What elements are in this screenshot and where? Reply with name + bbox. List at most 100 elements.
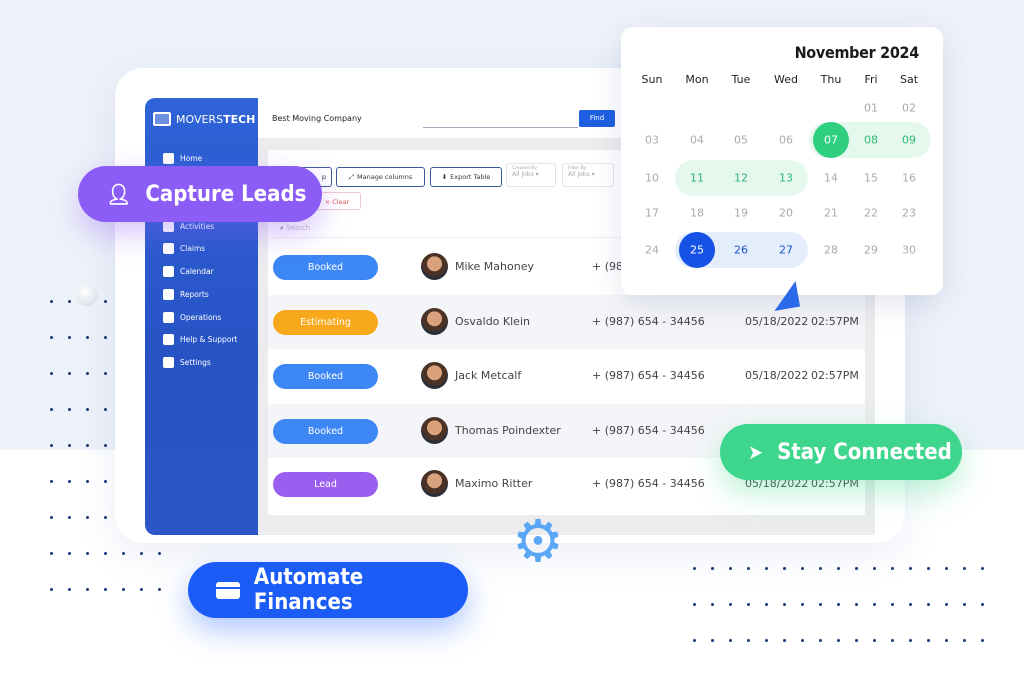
status-badge: Booked [273, 255, 378, 280]
sidebar-item-claims[interactable]: Claims [163, 243, 205, 254]
dot [891, 639, 894, 642]
dot [104, 444, 107, 447]
search-icon: ⌕ [280, 224, 284, 232]
calendar-day[interactable]: 21 [824, 207, 838, 220]
dot [837, 603, 840, 606]
manage-columns-button[interactable]: ⤢ Manage columns [336, 167, 425, 187]
sidebar-item-help-support[interactable]: Help & Support [163, 334, 237, 345]
dot [747, 567, 750, 570]
dot [68, 588, 71, 591]
dot [104, 408, 107, 411]
weekday-sun: Sun [641, 73, 663, 86]
home-icon [163, 153, 174, 164]
dot [104, 480, 107, 483]
dot [104, 588, 107, 591]
calendar-day[interactable]: 11 [690, 172, 704, 185]
sidebar-item-settings[interactable]: Settings [163, 357, 211, 368]
calendar-icon [163, 266, 174, 277]
calendar-day[interactable]: 22 [864, 207, 878, 220]
dot [981, 603, 984, 606]
filter-by-select[interactable]: Filter By All Jobs ▾ [562, 163, 614, 187]
dot [68, 372, 71, 375]
calendar-day[interactable]: 13 [779, 172, 793, 185]
dot [104, 372, 107, 375]
dot [855, 603, 858, 606]
calendar-day[interactable]: 09 [902, 134, 916, 147]
calendar-day[interactable]: 25 [690, 244, 704, 257]
calendar-day[interactable]: 07 [824, 134, 838, 147]
sidebar-item-activities[interactable]: Activities [163, 221, 214, 232]
dot [927, 639, 930, 642]
sidebar-item-operations[interactable]: Operations [163, 312, 221, 323]
weekday-mon: Mon [685, 73, 709, 86]
sidebar-item-label: Settings [180, 358, 211, 367]
calendar-day[interactable]: 14 [824, 172, 838, 185]
clipboard-check-icon [163, 312, 174, 323]
calendar-day[interactable]: 08 [864, 134, 878, 147]
status-badge: Estimating [273, 310, 378, 335]
dot [819, 567, 822, 570]
calendar-day[interactable]: 30 [902, 244, 916, 257]
calendar-day[interactable]: 20 [779, 207, 793, 220]
calendar-day[interactable]: 18 [690, 207, 704, 220]
calendar-day[interactable]: 27 [779, 244, 793, 257]
capture-leads-badge: 👤︎ Capture Leads [78, 166, 322, 222]
calendar-day[interactable]: 19 [734, 207, 748, 220]
credit-card-icon [216, 581, 240, 599]
dot [873, 567, 876, 570]
calendar-day[interactable]: 04 [690, 134, 704, 147]
find-button[interactable]: Find [579, 110, 615, 127]
weekday-wed: Wed [774, 73, 798, 86]
calendar-day[interactable]: 16 [902, 172, 916, 185]
find-input[interactable] [423, 127, 578, 128]
dot [50, 300, 53, 303]
dot [765, 567, 768, 570]
calendar-day[interactable]: 01 [864, 102, 878, 115]
dot [86, 444, 89, 447]
select-value: All Jobs [568, 171, 590, 178]
calendar-day[interactable]: 23 [902, 207, 916, 220]
button-label: Export Table [450, 173, 491, 181]
gear-icon: ⚙ [512, 507, 564, 575]
dot [693, 639, 696, 642]
dot [729, 603, 732, 606]
calendar-day[interactable]: 26 [734, 244, 748, 257]
dot [783, 639, 786, 642]
dot [819, 639, 822, 642]
job-time: 02:57PM [811, 315, 859, 328]
calendar-day[interactable]: 28 [824, 244, 838, 257]
dot [50, 444, 53, 447]
dot [729, 639, 732, 642]
sidebar-item-reports[interactable]: Reports [163, 289, 209, 300]
calendar-day[interactable]: 12 [734, 172, 748, 185]
phone-number: + (987) 654 - 34456 [592, 424, 705, 437]
calendar-day[interactable]: 29 [864, 244, 878, 257]
company-name: Best Moving Company [272, 114, 362, 123]
calendar-day[interactable]: 24 [645, 244, 659, 257]
contact-name: Thomas Poindexter [455, 424, 561, 437]
button-label: p [321, 173, 327, 181]
status-badge: Lead [273, 472, 378, 497]
sidebar-item-home[interactable]: Home [163, 153, 202, 164]
avatar [421, 362, 448, 389]
calendar-day[interactable]: 10 [645, 172, 659, 185]
phone-number: + (987) 654 - 34456 [592, 369, 705, 382]
automate-finances-badge: Automate Finances [188, 562, 468, 618]
dot [783, 603, 786, 606]
dot [981, 639, 984, 642]
calendar-day[interactable]: 02 [902, 102, 916, 115]
calendar-day[interactable]: 15 [864, 172, 878, 185]
logo-icon [153, 112, 171, 126]
dot [765, 639, 768, 642]
export-table-button[interactable]: ⬇ Export Table [430, 167, 502, 187]
dot [86, 516, 89, 519]
calendar-day[interactable]: 06 [779, 134, 793, 147]
calendar-day[interactable]: 17 [645, 207, 659, 220]
calendar-day[interactable]: 05 [734, 134, 748, 147]
table-row[interactable]: Booked Jack Metcalf + (987) 654 - 34456 05/… [268, 349, 865, 403]
dot [50, 336, 53, 339]
dot [86, 408, 89, 411]
created-by-select[interactable]: Created By All Jobs ▾ [506, 163, 556, 187]
sidebar-item-calendar[interactable]: Calendar [163, 266, 214, 277]
calendar-day[interactable]: 03 [645, 134, 659, 147]
